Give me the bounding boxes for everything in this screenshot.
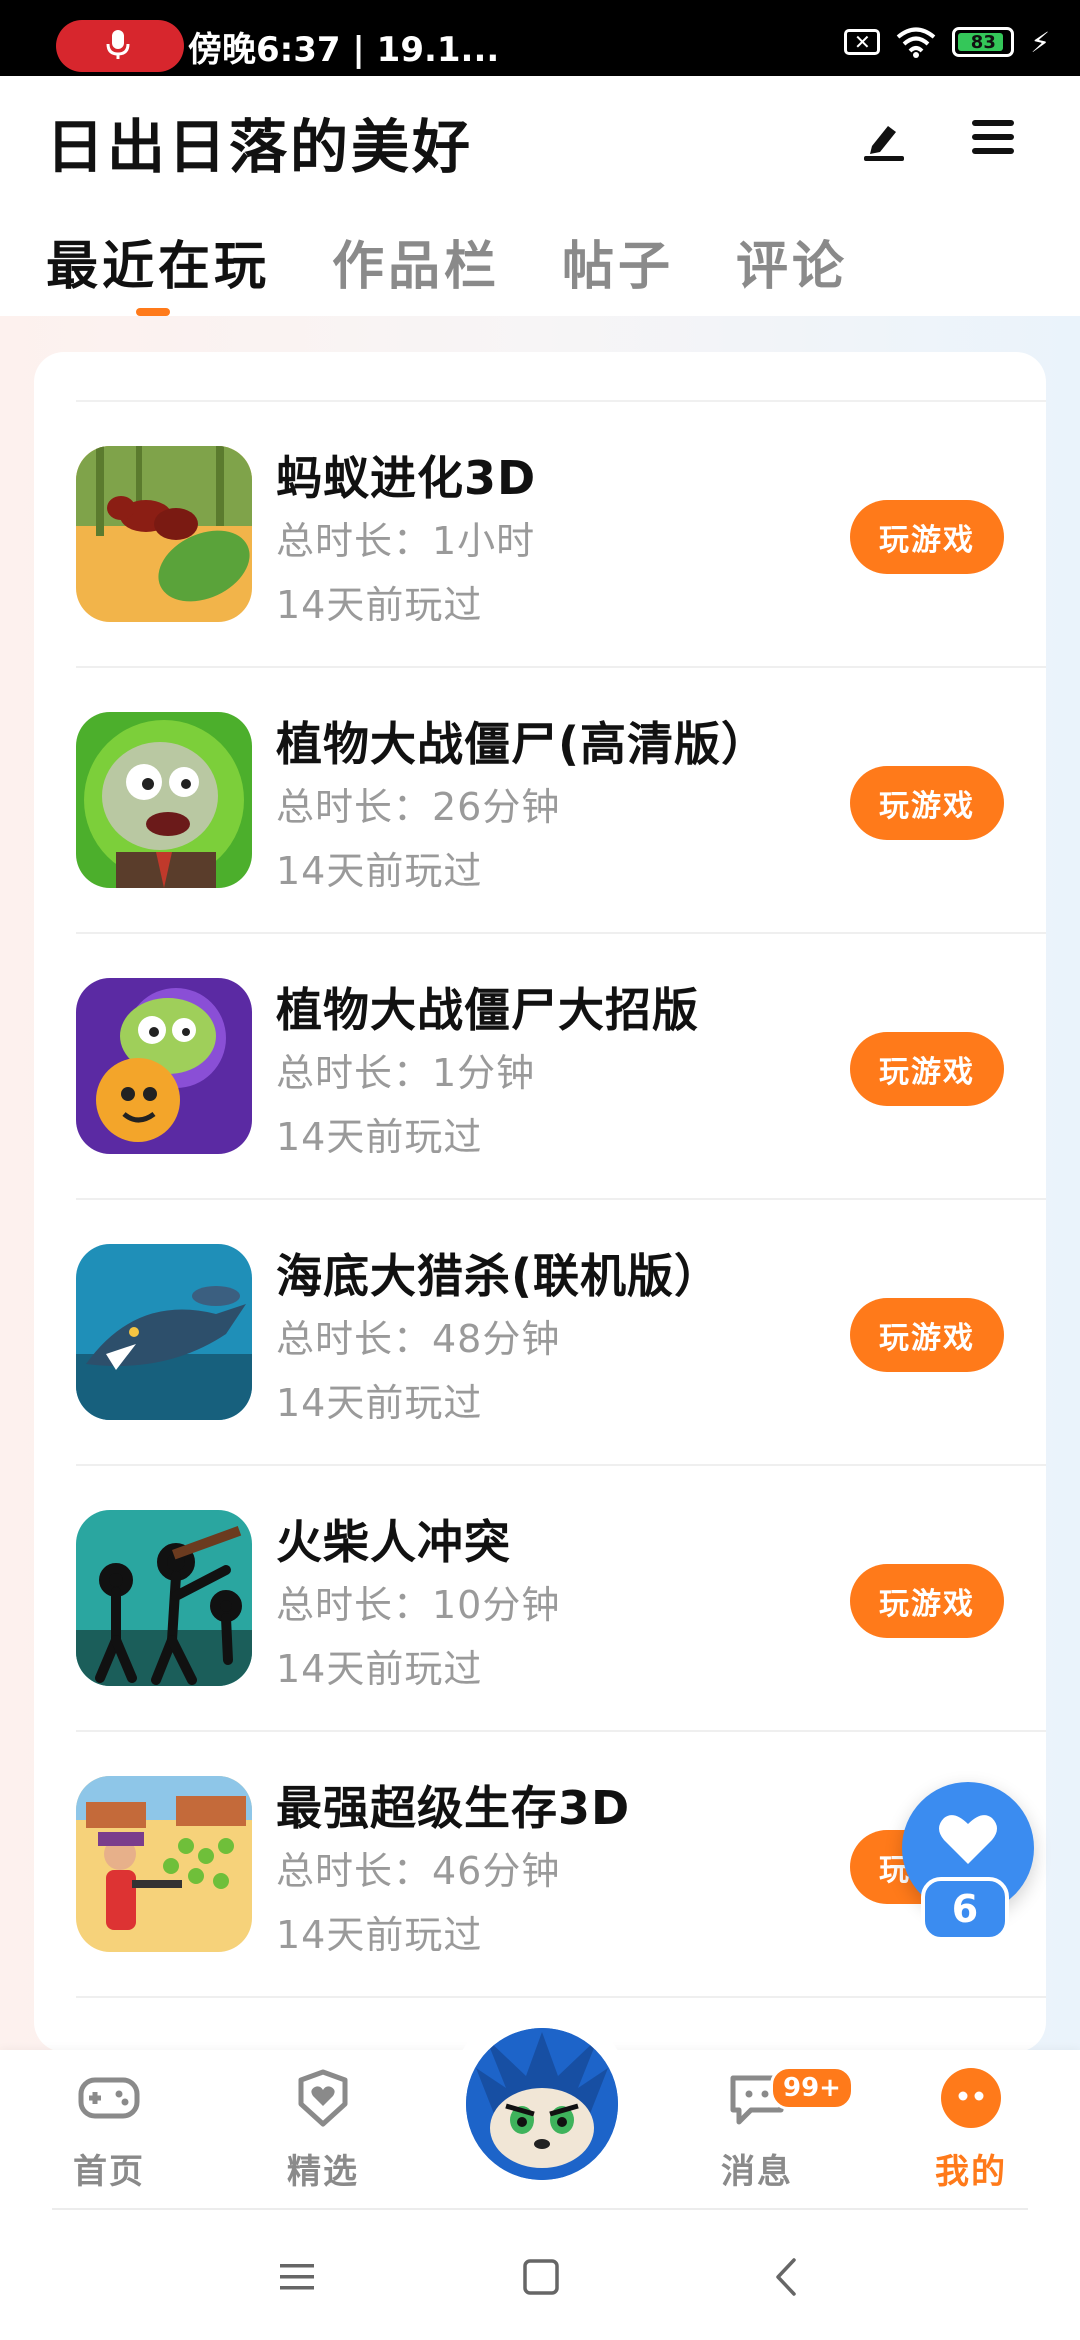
heart-icon <box>939 1815 997 1864</box>
game-duration: 总时长：48分钟 <box>276 1317 561 1361</box>
play-game-button[interactable]: 玩游戏 <box>850 500 1004 574</box>
recent-apps-icon[interactable] <box>272 2252 322 2302</box>
sim-off-icon: ✕ <box>844 29 881 55</box>
game-duration: 总时长：1分钟 <box>276 1051 536 1095</box>
active-tab-indicator <box>136 308 170 316</box>
play-game-button[interactable]: 玩游戏 <box>850 1564 1004 1638</box>
menu-icon[interactable] <box>968 112 1018 162</box>
game-last-played: 14天前玩过 <box>276 1115 483 1159</box>
messages-badge: 99+ <box>770 2066 854 2110</box>
nav-home[interactable]: 首页 <box>44 2066 174 2192</box>
zombie-game-icon[interactable] <box>76 712 252 888</box>
shark-game-icon[interactable] <box>76 1244 252 1420</box>
game-row[interactable]: 最强超级生存3D 总时长：46分钟 14天前玩过 玩游戏 <box>76 1732 1046 1998</box>
nav-mine[interactable]: 我的 <box>906 2066 1036 2192</box>
game-title: 植物大战僵尸大招版 <box>276 983 699 1037</box>
wifi-icon <box>897 27 936 58</box>
game-last-played: 14天前玩过 <box>276 1381 483 1425</box>
game-duration: 总时长：1小时 <box>276 519 536 563</box>
recent-games-list: 蚂蚁进化3D 总时长：1小时 14天前玩过 玩游戏 植物大战僵尸(高清版） 总时… <box>76 400 1046 1998</box>
nav-featured[interactable]: 精选 <box>258 2066 388 2192</box>
heart-badge-icon <box>298 2069 348 2127</box>
stickman-game-icon[interactable] <box>76 1510 252 1686</box>
zombie-plant-game-icon[interactable] <box>76 978 252 1154</box>
charging-icon: ⚡ <box>1030 25 1050 59</box>
game-title: 最强超级生存3D <box>276 1781 631 1835</box>
game-row[interactable]: 火柴人冲突 总时长：10分钟 14天前玩过 玩游戏 <box>76 1466 1046 1732</box>
profile-tabs: 最近在玩 作品栏 帖子 评论 <box>46 224 848 299</box>
game-row[interactable]: 蚂蚁进化3D 总时长：1小时 14天前玩过 玩游戏 <box>76 402 1046 668</box>
play-game-button[interactable]: 玩游戏 <box>850 766 1004 840</box>
microphone-icon <box>106 30 130 59</box>
game-row[interactable]: 海底大猎杀(联机版） 总时长：48分钟 14天前玩过 玩游戏 <box>76 1200 1046 1466</box>
like-count: 6 <box>921 1877 1009 1941</box>
game-last-played: 14天前玩过 <box>276 1647 483 1691</box>
recording-indicator[interactable] <box>56 20 184 72</box>
game-last-played: 14天前玩过 <box>276 849 483 893</box>
nav-mine-label: 我的 <box>935 2152 1007 2192</box>
center-avatar-button[interactable] <box>466 2028 618 2180</box>
game-last-played: 14天前玩过 <box>276 583 483 627</box>
survival-game-icon[interactable] <box>76 1776 252 1952</box>
recent-games-card: 蚂蚁进化3D 总时长：1小时 14天前玩过 玩游戏 植物大战僵尸(高清版） 总时… <box>34 352 1046 2052</box>
tab-recently-played[interactable]: 最近在玩 <box>46 224 270 299</box>
play-game-button[interactable]: 玩游戏 <box>850 1298 1004 1372</box>
play-game-button[interactable]: 玩游戏 <box>850 1032 1004 1106</box>
ant-game-icon[interactable] <box>76 446 252 622</box>
status-time: 傍晚6:37 | 19.1... <box>188 30 500 70</box>
nav-home-label: 首页 <box>73 2152 145 2192</box>
nav-messages-label: 消息 <box>721 2152 793 2192</box>
home-icon[interactable] <box>516 2252 566 2302</box>
nav-featured-label: 精选 <box>287 2152 359 2192</box>
game-last-played: 14天前玩过 <box>276 1913 483 1957</box>
battery-icon: 83 <box>952 27 1015 57</box>
tab-posts[interactable]: 帖子 <box>562 224 674 299</box>
edit-icon[interactable] <box>858 112 908 162</box>
game-title: 蚂蚁进化3D <box>276 451 537 505</box>
status-bar: 傍晚6:37 | 19.1... ✕ 83 ⚡ <box>0 0 1080 76</box>
game-title: 植物大战僵尸(高清版） <box>276 717 769 771</box>
game-row[interactable]: 植物大战僵尸(高清版） 总时长：26分钟 14天前玩过 玩游戏 <box>76 668 1046 934</box>
battery-level: 83 <box>970 31 996 53</box>
game-title: 海底大猎杀(联机版） <box>276 1249 722 1303</box>
page-title: 日出日落的美好 <box>46 113 474 181</box>
tab-comments[interactable]: 评论 <box>736 224 848 299</box>
game-title: 火柴人冲突 <box>276 1515 511 1569</box>
game-duration: 总时长：10分钟 <box>276 1583 561 1627</box>
profile-face-icon <box>941 2068 1001 2128</box>
game-duration: 总时长：46分钟 <box>276 1849 561 1893</box>
back-icon[interactable] <box>762 2252 812 2302</box>
game-duration: 总时长：26分钟 <box>276 785 561 829</box>
tab-works[interactable]: 作品栏 <box>332 224 500 299</box>
game-row[interactable]: 植物大战僵尸大招版 总时长：1分钟 14天前玩过 玩游戏 <box>76 934 1046 1200</box>
gamepad-icon <box>78 2077 140 2119</box>
